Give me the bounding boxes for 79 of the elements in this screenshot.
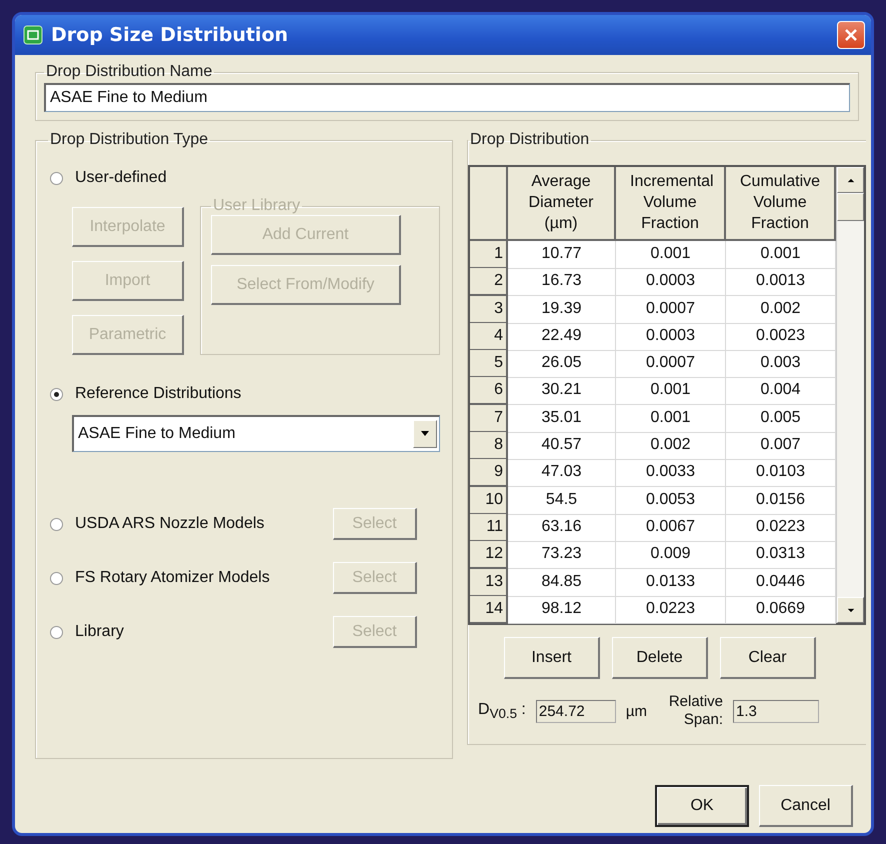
row-number: 3 xyxy=(470,296,508,324)
table-cell: 0.0067 xyxy=(616,514,726,542)
close-button[interactable] xyxy=(837,21,865,49)
row-number: 8 xyxy=(470,432,508,460)
column-header: Cumulative Volume Fraction xyxy=(726,167,836,241)
table-cell: 10.77 xyxy=(508,241,616,269)
radio-label: User-defined xyxy=(75,169,167,187)
table-cell: 40.57 xyxy=(508,432,616,460)
name-field[interactable]: ASAE Fine to Medium xyxy=(44,83,850,112)
window-title: Drop Size Distribution xyxy=(51,24,290,46)
table-cell: 63.16 xyxy=(508,514,616,542)
scroll-down-icon[interactable] xyxy=(837,597,864,624)
table-cell: 0.002 xyxy=(616,432,726,460)
dialog-button[interactable]: OK xyxy=(655,785,749,827)
action-button[interactable]: Delete xyxy=(612,637,708,680)
table-cell: 30.21 xyxy=(508,377,616,406)
table-cell: 0.001 xyxy=(616,377,726,406)
table-cell: 47.03 xyxy=(508,459,616,488)
row-number: 9 xyxy=(470,459,508,488)
radio-button[interactable] xyxy=(50,172,63,184)
table-cell: 0.0053 xyxy=(616,486,726,515)
group-label: Drop Distribution Name xyxy=(45,63,214,81)
table-cell: 26.05 xyxy=(508,350,616,378)
row-number: 10 xyxy=(470,486,508,515)
table-cell: 0.0133 xyxy=(616,568,726,597)
scrollbar[interactable] xyxy=(836,167,864,624)
table-cell: 19.39 xyxy=(508,296,616,324)
table-cell: 0.0007 xyxy=(616,296,726,324)
table-cell: 0.0033 xyxy=(616,459,726,488)
group-label: User Library xyxy=(212,197,302,215)
unit-label: µm xyxy=(626,702,648,720)
table-cell: 73.23 xyxy=(508,541,616,570)
row-number: 1 xyxy=(470,241,508,269)
radio-label: Library xyxy=(75,623,125,641)
span-label: Relative Span: xyxy=(668,693,724,730)
action-button[interactable]: Insert xyxy=(504,637,600,680)
span-field[interactable]: 1.3 xyxy=(733,700,820,723)
radio-label: FS Rotary Atomizer Models xyxy=(75,569,271,587)
row-number: 14 xyxy=(470,596,508,624)
table-cell: 84.85 xyxy=(508,568,616,597)
row-number: 11 xyxy=(470,514,508,542)
group-label: Drop Distribution Type xyxy=(49,131,209,149)
table-cell: 54.5 xyxy=(508,486,616,515)
table-cell: 0.009 xyxy=(616,541,726,570)
group-label: Drop Distribution xyxy=(469,131,590,149)
table-cell: 0.0003 xyxy=(616,268,726,296)
action-button[interactable]: Clear xyxy=(720,637,816,680)
row-number: 12 xyxy=(470,541,508,570)
close-icon xyxy=(843,27,859,43)
dv-field[interactable]: 254.72 xyxy=(536,700,616,723)
row-number: 6 xyxy=(470,377,508,406)
radio-button[interactable] xyxy=(50,518,63,530)
table-cell: 0.001 xyxy=(616,404,726,433)
radio-button[interactable] xyxy=(50,626,63,638)
scroll-up-icon[interactable] xyxy=(837,167,864,193)
table-cell: 0.0223 xyxy=(616,596,726,624)
radio-label: USDA ARS Nozzle Models xyxy=(75,515,266,533)
row-number: 13 xyxy=(470,568,508,597)
table-cell: 0.001 xyxy=(616,241,726,269)
table-cell: 22.49 xyxy=(508,322,616,351)
distribution-dropdown[interactable]: ASAE Fine to Medium xyxy=(72,415,440,452)
row-number: 5 xyxy=(470,350,508,378)
table-cell: 0.0003 xyxy=(616,322,726,351)
table-cell: 35.01 xyxy=(508,404,616,433)
row-number: 7 xyxy=(470,404,508,433)
column-header: Average Diameter (µm) xyxy=(508,167,616,241)
row-number: 4 xyxy=(470,322,508,351)
scroll-thumb[interactable] xyxy=(837,193,864,221)
dialog-button[interactable]: Cancel xyxy=(759,785,853,827)
radio-label: Reference Distributions xyxy=(75,385,242,403)
table-cell: 16.73 xyxy=(508,268,616,296)
column-header: Incremental Volume Fraction xyxy=(616,167,726,241)
radio-button[interactable] xyxy=(50,572,63,584)
row-number: 2 xyxy=(470,268,508,296)
radio-button[interactable] xyxy=(50,388,63,400)
table-cell: 0.0007 xyxy=(616,350,726,378)
app-icon xyxy=(23,25,43,45)
dv-label: D$_{V0.5}$ : xyxy=(478,701,526,722)
table-cell: 98.12 xyxy=(508,596,616,624)
